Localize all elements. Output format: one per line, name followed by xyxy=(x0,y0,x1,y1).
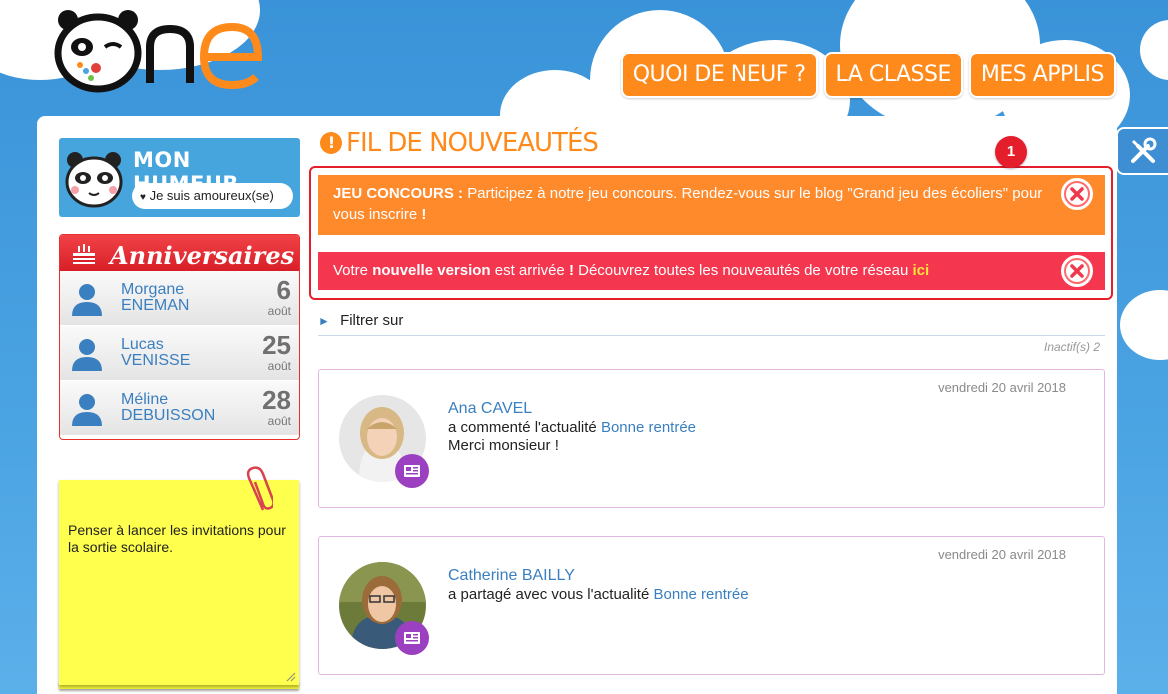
feed-post: vendredi 20 avril 2018 Ana CAVEL a comme… xyxy=(318,369,1105,508)
mood-value: Je suis amoureux(se) xyxy=(149,188,274,203)
mood-selector[interactable]: ♥ Je suis amoureux(se) xyxy=(132,183,293,209)
newspaper-icon xyxy=(404,465,420,477)
birthday-month: août xyxy=(267,414,291,428)
post-date: vendredi 20 avril 2018 xyxy=(938,547,1066,562)
nav-quoi-de-neuf[interactable]: QUOI DE NEUF ? xyxy=(620,52,818,98)
post-action: a commenté l'actualité Bonne rentrée xyxy=(448,419,696,436)
birthday-day: 6 xyxy=(276,275,291,305)
filter-label: Filtrer sur xyxy=(340,312,404,329)
main-panel: MON HUMEUR ♥ Je suis amoureux(se) Annive… xyxy=(37,116,1117,694)
close-circle-icon xyxy=(1064,181,1090,207)
close-version-button[interactable] xyxy=(1061,255,1093,287)
post-author[interactable]: Ana CAVEL xyxy=(448,400,532,418)
mood-widget: MON HUMEUR ♥ Je suis amoureux(se) xyxy=(59,138,300,217)
version-text: Découvrez toutes les nouveautés de votre… xyxy=(578,262,909,279)
nav-la-classe[interactable]: LA CLASSE xyxy=(823,52,963,98)
close-circle-icon xyxy=(1064,258,1090,284)
birthdays-header: Anniversaires xyxy=(60,235,299,271)
filter-toggle[interactable]: ► Filtrer sur xyxy=(318,312,1105,336)
step-badge: 1 xyxy=(995,136,1027,168)
version-link[interactable]: ici xyxy=(913,262,930,279)
inactive-count[interactable]: Inactif(s) 2 xyxy=(1044,340,1100,354)
top-navigation: QUOI DE NEUF ? LA CLASSE MES APPLIS xyxy=(620,52,1116,98)
version-notification: Votre nouvelle version est arrivée ! Déc… xyxy=(318,252,1105,290)
paperclip-icon xyxy=(246,466,273,511)
heart-icon: ♥ xyxy=(140,192,146,203)
cake-icon xyxy=(73,244,95,264)
birthday-day: 28 xyxy=(262,385,291,415)
postit-text[interactable]: Penser à lancer les invitations pour la … xyxy=(68,522,293,556)
version-mid: est arrivée xyxy=(494,262,565,279)
birthday-row[interactable]: Méline DEBUISSON 28 août xyxy=(60,381,299,436)
contest-bold: JEU CONCOURS : xyxy=(333,185,464,202)
birthdays-title: Anniversaires xyxy=(110,241,295,270)
wrench-screwdriver-icon xyxy=(1131,137,1157,163)
cloud-decoration xyxy=(1140,20,1168,80)
person-icon xyxy=(72,394,102,426)
post-comment: Merci monsieur ! xyxy=(448,437,559,454)
post-date: vendredi 20 avril 2018 xyxy=(938,380,1066,395)
person-icon xyxy=(72,284,102,316)
birthday-last-name: DEBUISSON xyxy=(121,407,216,424)
birthdays-widget: Anniversaires Morgane ENEMAN 6 août Luca… xyxy=(59,234,300,440)
post-action-text: a commenté l'actualité xyxy=(448,419,597,436)
triangle-right-icon: ► xyxy=(318,314,330,328)
birthday-month: août xyxy=(267,359,291,373)
contest-notification: JEU CONCOURS : Participez à notre jeu co… xyxy=(318,175,1105,235)
nav-mes-applis[interactable]: MES APPLIS xyxy=(968,52,1116,98)
birthday-last-name: VENISSE xyxy=(121,352,191,369)
feed-title: ! FIL DE NOUVEAUTÉS xyxy=(320,128,599,158)
post-action: a partagé avec vous l'actualité Bonne re… xyxy=(448,586,749,603)
post-action-text: a partagé avec vous l'actualité xyxy=(448,586,650,603)
person-icon xyxy=(72,339,102,371)
post-author[interactable]: Catherine BAILLY xyxy=(448,567,575,585)
tools-button[interactable] xyxy=(1116,127,1168,175)
resize-handle-icon[interactable] xyxy=(286,672,296,682)
app-badge xyxy=(395,621,429,655)
exclamation-icon: ! xyxy=(320,132,342,154)
birthday-row[interactable]: Lucas VENISSE 25 août xyxy=(60,326,299,381)
birthday-row[interactable]: Morgane ENEMAN 6 août xyxy=(60,271,299,326)
birthday-last-name: ENEMAN xyxy=(121,297,190,314)
close-contest-button[interactable] xyxy=(1061,178,1093,210)
post-link[interactable]: Bonne rentrée xyxy=(601,419,696,436)
contest-end: ! xyxy=(421,206,427,223)
cloud-decoration xyxy=(1120,290,1168,360)
birthday-month: août xyxy=(267,304,291,318)
feed-post: vendredi 20 avril 2018 Catherine BAILLY … xyxy=(318,536,1105,675)
version-bold: nouvelle version xyxy=(372,262,491,279)
version-bang: ! xyxy=(568,262,574,279)
version-pre: Votre xyxy=(333,262,369,279)
birthday-day: 25 xyxy=(262,330,291,360)
app-badge xyxy=(395,454,429,488)
post-link[interactable]: Bonne rentrée xyxy=(654,586,749,603)
newspaper-icon xyxy=(404,632,420,644)
one-logo[interactable] xyxy=(50,5,280,95)
panda-mood-icon xyxy=(65,152,123,208)
